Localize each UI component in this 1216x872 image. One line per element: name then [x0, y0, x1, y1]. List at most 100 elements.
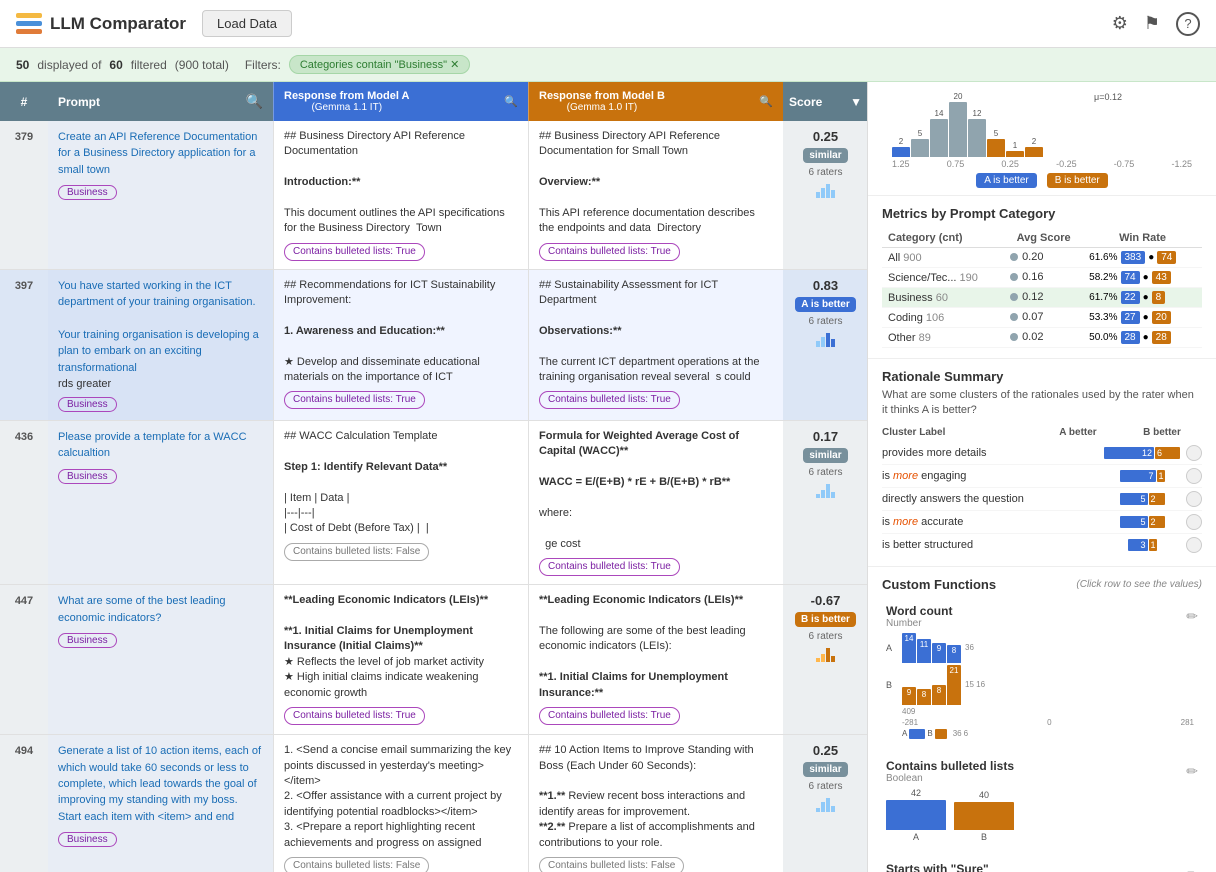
load-data-button[interactable]: Load Data: [202, 10, 292, 37]
prompt-search-icon[interactable]: 🔍: [246, 93, 263, 110]
category-tag: Business: [58, 397, 117, 412]
prompt-link[interactable]: What are some of the best leading econom…: [58, 595, 226, 623]
row-response-a: 1. <Send a concise email summarizing the…: [273, 735, 528, 872]
score-badge-similar: similar: [803, 148, 847, 163]
col-model-b-header[interactable]: Response from Model B (Gemma 1.0 IT) 🔍: [528, 82, 783, 121]
category-tag: Business: [58, 469, 117, 484]
metrics-row[interactable]: All 900 0.20 61.6% 383 ● 74: [882, 248, 1202, 268]
col-category-header: Category (cnt): [882, 229, 1004, 248]
rationale-row[interactable]: is better structured 3 1: [882, 534, 1202, 556]
row-response-a: **Leading Economic Indicators (LEIs)****…: [273, 585, 528, 734]
model-b-search-icon[interactable]: 🔍: [759, 95, 773, 108]
raters-count: 6 raters: [809, 316, 843, 327]
score-sort-icon[interactable]: ▼: [850, 95, 862, 109]
score-distribution: μ=0.12 2 5 14: [868, 82, 1216, 196]
row-score: 0.17 similar 6 raters: [783, 421, 868, 584]
row-score: 0.83 A is better 6 raters: [783, 270, 868, 420]
row-score: 0.25 similar 6 raters: [783, 735, 868, 872]
custom-functions-title: Custom Functions: [882, 577, 996, 592]
row-num: 397: [0, 270, 48, 420]
col-avgscore-header: Avg Score: [1004, 229, 1083, 248]
rationale-row[interactable]: provides more details 12 6: [882, 442, 1202, 465]
mu-label: μ=0.12: [1094, 92, 1122, 102]
score-badge-a-better: A is better: [795, 297, 856, 312]
rationale-section: Rationale Summary What are some clusters…: [868, 359, 1216, 567]
col-score-header[interactable]: Score ▼: [783, 82, 868, 121]
category-tag: Business: [58, 633, 117, 648]
edit-icon[interactable]: ✏: [1186, 608, 1198, 625]
main-layout: # Prompt 🔍 Response from Model A (Gemma …: [0, 82, 1216, 872]
rationale-row[interactable]: directly answers the question 5 2: [882, 488, 1202, 511]
metrics-row-business[interactable]: Business 60 0.12 61.7% 22 ● 8: [882, 288, 1202, 308]
metrics-row[interactable]: Coding 106 0.07 53.3% 27 ● 20: [882, 308, 1202, 328]
custom-functions-hint: (Click row to see the values): [1076, 579, 1202, 590]
row-response-a: ## WACC Calculation TemplateStep 1: Iden…: [273, 421, 528, 584]
category-tag: Business: [58, 832, 117, 847]
flag-icon[interactable]: ⚑: [1144, 13, 1160, 34]
prompt-link[interactable]: Create an API Reference Documentation fo…: [58, 131, 257, 176]
filter-bar: 50 displayed of 60 filtered (900 total) …: [0, 48, 1216, 82]
table-row: 436 Please provide a template for a WACC…: [0, 421, 867, 585]
rationale-row[interactable]: is more accurate 5 2: [882, 511, 1202, 534]
func-type-word-count: Number: [886, 618, 952, 629]
table-row: 379 Create an API Reference Documentatio…: [0, 121, 867, 270]
legend-a: A is better: [976, 173, 1036, 188]
prompt-link[interactable]: Generate a list of 10 action items, each…: [58, 745, 261, 823]
row-prompt: What are some of the best leading econom…: [48, 585, 273, 734]
word-count-function[interactable]: Word count Number ✏ A 14 11 9 8: [882, 600, 1202, 743]
prompt-link[interactable]: Please provide a template for a WACC cal…: [58, 431, 247, 459]
edit-icon-bulleted[interactable]: ✏: [1186, 763, 1198, 780]
score-badge-similar: similar: [803, 762, 847, 777]
score-value: 0.25: [813, 129, 838, 144]
filtered-count: 60: [109, 58, 122, 72]
metrics-row[interactable]: Other 89 0.02 50.0% 28 ● 28: [882, 328, 1202, 348]
starts-with-sure-function[interactable]: Starts with "Sure" Boolean ✏ 0 A 5 B: [882, 858, 1202, 872]
category-tag: Business: [58, 185, 117, 200]
displayed-count: 50: [16, 58, 29, 72]
total-count: (900 total): [175, 58, 229, 72]
raters-count: 6 raters: [809, 631, 843, 642]
prompt-link[interactable]: You have started working in the ICT depa…: [58, 280, 259, 374]
col-prompt-header[interactable]: Prompt 🔍: [48, 82, 273, 121]
metrics-row[interactable]: Science/Tec... 190 0.16 58.2% 74 ● 43: [882, 268, 1202, 288]
row-response-b: Formula for Weighted Average Cost of Cap…: [528, 421, 783, 584]
row-prompt: Generate a list of 10 action items, each…: [48, 735, 273, 872]
row-num: 379: [0, 121, 48, 269]
app-title: LLM Comparator: [50, 14, 186, 34]
score-badge-similar: similar: [803, 448, 847, 463]
row-response-b: ## Business Directory API Reference Docu…: [528, 121, 783, 269]
row-prompt: You have started working in the ICT depa…: [48, 270, 273, 420]
logo-icon: [16, 13, 42, 34]
rationale-title: Rationale Summary: [882, 369, 1202, 384]
filter-tag[interactable]: Categories contain "Business" ✕: [289, 55, 471, 74]
legend-b: B is better: [1047, 173, 1108, 188]
right-panel: μ=0.12 2 5 14: [868, 82, 1216, 872]
row-response-b: **Leading Economic Indicators (LEIs)**Th…: [528, 585, 783, 734]
rationale-description: What are some clusters of the rationales…: [882, 388, 1202, 419]
gear-icon[interactable]: ⚙: [1112, 13, 1128, 34]
score-value: -0.67: [811, 593, 841, 608]
model-a-search-icon[interactable]: 🔍: [504, 95, 518, 108]
col-model-a-header[interactable]: Response from Model A (Gemma 1.1 IT) 🔍: [273, 82, 528, 121]
table-row: 397 You have started working in the ICT …: [0, 270, 867, 421]
col-winrate-header: Win Rate: [1083, 229, 1202, 248]
raters-count: 6 raters: [809, 467, 843, 478]
edit-icon-sure[interactable]: ✏: [1186, 866, 1198, 872]
row-response-b: ## Sustainability Assessment for ICT Dep…: [528, 270, 783, 420]
filters-label: Filters:: [245, 58, 281, 72]
filter-text1: displayed of: [37, 58, 101, 72]
table-header: # Prompt 🔍 Response from Model A (Gemma …: [0, 82, 867, 121]
row-score: -0.67 B is better 6 raters: [783, 585, 868, 734]
score-value: 0.17: [813, 429, 838, 444]
raters-count: 6 raters: [809, 167, 843, 178]
raters-count: 6 raters: [809, 781, 843, 792]
help-icon[interactable]: ?: [1176, 12, 1200, 36]
table-row: 447 What are some of the best leading ec…: [0, 585, 867, 735]
row-response-a: ## Recommendations for ICT Sustainabilit…: [273, 270, 528, 420]
bulleted-lists-function[interactable]: Contains bulleted lists Boolean ✏ 42 A 4…: [882, 755, 1202, 846]
rationale-row[interactable]: is more engaging 7 1: [882, 465, 1202, 488]
score-value: 0.83: [813, 278, 838, 293]
func-name-word-count: Word count: [886, 604, 952, 618]
row-num: 494: [0, 735, 48, 872]
func-name-sure: Starts with "Sure": [886, 862, 989, 872]
